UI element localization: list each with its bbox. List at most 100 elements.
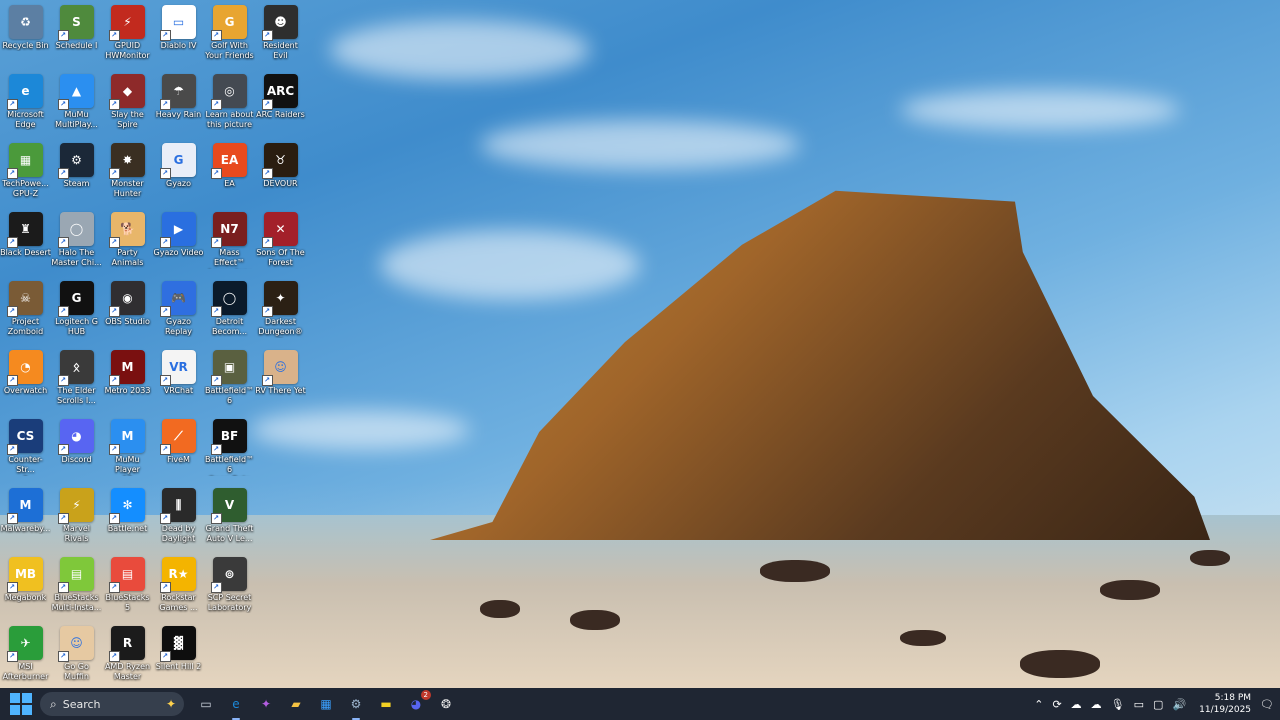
desktop-shortcut[interactable]: ◯ ↗ Halo The Master Chi...	[51, 209, 102, 278]
desktop-shortcut[interactable]: VR ↗ VRChat	[153, 347, 204, 416]
desktop-shortcut[interactable]: ◯ ↗ Detroit Becom...	[204, 278, 255, 347]
desktop-shortcut[interactable]: 🎮 ↗ Gyazo Replay	[153, 278, 204, 347]
desktop-shortcut[interactable]: ◉ ↗ OBS Studio	[102, 278, 153, 347]
notification-icon[interactable]: 🗨	[1260, 698, 1274, 711]
desktop-shortcut[interactable]: ▭ ↗ Diablo IV	[153, 2, 204, 71]
desktop-shortcut[interactable]: ☠ ↗ Project Zomboid	[0, 278, 51, 347]
start-button[interactable]	[10, 693, 32, 715]
desktop-shortcut-label: Logitech G HUB	[55, 317, 98, 336]
detroit-icon: ◯ ↗	[210, 281, 247, 317]
microphone-icon[interactable]: 🎙	[1111, 698, 1125, 711]
desktop-shortcut[interactable]: ☺ ↗ RV There Yet	[255, 347, 306, 416]
desktop-shortcut[interactable]: ▣ ↗ Battlefield™ 6	[204, 347, 255, 416]
sync-icon[interactable]: ⟳	[1052, 698, 1061, 711]
desktop-shortcut[interactable]: ☂ ↗ Heavy Rain	[153, 71, 204, 140]
desktop-shortcut[interactable]: ▶ ↗ Gyazo Video	[153, 209, 204, 278]
desktop-shortcut[interactable]: ♻ Recycle Bin	[0, 2, 51, 71]
desktop-shortcut[interactable]: S ↗ Schedule I	[51, 2, 102, 71]
desktop-shortcut[interactable]: ▓ ↗ Silent Hill 2	[153, 623, 204, 692]
shortcut-arrow-icon: ↗	[210, 444, 222, 455]
display-icon[interactable]: ▢	[1153, 698, 1163, 711]
desktop-shortcut[interactable]: M ↗ Metro 2033	[102, 347, 153, 416]
desktop-shortcut[interactable]: MB ↗ Megabonk	[0, 554, 51, 623]
desktop-shortcut[interactable]: ✈ ↗ MSI Afterburner	[0, 623, 51, 692]
taskbar-file-explorer-icon[interactable]: ▰	[284, 692, 308, 716]
battlefield-beta-icon: BF ↗	[210, 419, 247, 455]
desktop-shortcut[interactable]: ♉ ↗ DEVOUR	[255, 140, 306, 209]
shortcut-arrow-icon: ↗	[210, 513, 222, 524]
cloud	[380, 230, 640, 300]
desktop-shortcut[interactable]: CS↗Counter-Str... 2	[0, 416, 51, 485]
empty-slot	[255, 623, 306, 692]
desktop-shortcut[interactable]: ⚡ ↗ Marvel Rivals	[51, 485, 102, 554]
shortcut-arrow-icon: ↗	[159, 99, 171, 110]
desktop-shortcut-label: Recycle Bin	[2, 41, 49, 50]
desktop-shortcut-label: Go Go Muffin	[64, 662, 89, 681]
desktop-shortcut[interactable]: ✦↗Darkest Dungeon® II	[255, 278, 306, 347]
desktop-shortcut[interactable]: ✻ ↗ Battle.net	[102, 485, 153, 554]
desktop-shortcut[interactable]: e ↗ Microsoft Edge	[0, 71, 51, 140]
desktop-shortcut-label: TechPowe... GPU-Z	[2, 179, 49, 198]
desktop-shortcut[interactable]: ♜ ↗ Black Desert	[0, 209, 51, 278]
desktop-shortcut[interactable]: M ↗ Malwareby...	[0, 485, 51, 554]
onedrive-icon[interactable]: ☁	[1071, 698, 1082, 711]
bluestacks-icon: ▤ ↗	[108, 557, 145, 593]
desktop-shortcut[interactable]: ⚙ ↗ Steam	[51, 140, 102, 209]
taskbar-steam-icon[interactable]: ⚙	[344, 692, 368, 720]
desktop-shortcut[interactable]: EA ↗ EA	[204, 140, 255, 209]
desktop-shortcut[interactable]: 🐕 ↗ Party Animals	[102, 209, 153, 278]
beach-stone	[760, 560, 830, 582]
desktop-shortcut[interactable]: ◆ ↗ Slay the Spire	[102, 71, 153, 140]
desktop-shortcut[interactable]: ▤ ↗ BlueStacks 5	[102, 554, 153, 623]
desktop-shortcut-label: AMD Ryzen Master	[104, 662, 151, 681]
desktop-shortcut[interactable]: N7↗Mass Effect™ Legendary ...	[204, 209, 255, 278]
desktop-shortcut[interactable]: ⟋ ↗ FiveM	[153, 416, 204, 485]
desktop-shortcut[interactable]: ⚡ ↗ GPUID HWMonitor	[102, 2, 153, 71]
malwarebytes-icon: M ↗	[6, 488, 43, 524]
file-explorer-glyph: ▰	[291, 697, 301, 711]
desktop-shortcut[interactable]: M↗MuMu Player 12	[102, 416, 153, 485]
desktop-shortcut[interactable]: ☻ ↗ Resident Evil	[255, 2, 306, 71]
desktop-shortcut[interactable]: R ↗ AMD Ryzen Master	[102, 623, 153, 692]
desktop-shortcut[interactable]: ✕ ↗ Sons Of The Forest	[255, 209, 306, 278]
desktop-shortcut[interactable]: G ↗ Gyazo	[153, 140, 204, 209]
desktop-shortcut[interactable]: V ↗ Grand Theft Auto V Le...	[204, 485, 255, 554]
desktop-shortcut[interactable]: R★ ↗ Rockstar Games ...	[153, 554, 204, 623]
desktop-shortcut[interactable]: ▦ ↗ TechPowe... GPU-Z	[0, 140, 51, 209]
chevron-up-icon[interactable]: ⌃	[1034, 698, 1043, 711]
clock[interactable]: 5:18 PM 11/19/2025	[1199, 692, 1251, 716]
desktop-shortcut-label: Discord	[61, 455, 92, 464]
desktop-shortcut[interactable]: ⊚ ↗ SCP Secret Laboratory	[204, 554, 255, 623]
taskbar-chatgpt-icon[interactable]: ❂	[434, 692, 458, 716]
discord-glyph: ◕	[410, 697, 422, 711]
desktop-shortcut[interactable]: ◔ ↗ Overwatch	[0, 347, 51, 416]
taskbar-discord-icon[interactable]: ◕ 2	[404, 690, 431, 716]
taskbar-task-view-icon[interactable]: ▭	[194, 692, 218, 716]
taskbar-copilot-icon[interactable]: ✦	[254, 692, 278, 716]
network-icon[interactable]: ▭	[1134, 698, 1144, 711]
desktop-shortcut[interactable]: ARC ↗ ARC Raiders	[255, 71, 306, 140]
gyazo-video-icon: ▶ ↗	[159, 212, 196, 248]
desktop-shortcut[interactable]: G ↗ Logitech G HUB	[51, 278, 102, 347]
shortcut-arrow-icon: ↗	[159, 582, 171, 593]
taskbar-edge-icon[interactable]: e	[224, 692, 248, 720]
desktop-shortcut[interactable]: BF↗Battlefield™ 6 Open Beta	[204, 416, 255, 485]
desktop-shortcut-label: VRChat	[163, 386, 194, 395]
taskbar-search-box[interactable]: ⌕ Search ✦	[40, 692, 184, 716]
desktop-shortcut[interactable]: ☺ ↗ Go Go Muffin	[51, 623, 102, 692]
desktop-shortcut[interactable]: ▤ ↗ BlueStacks Multi-Insta...	[51, 554, 102, 623]
desktop-shortcut[interactable]: ✸↗Monster Hunter Wilds	[102, 140, 153, 209]
desktop-shortcut-label: Steam	[63, 179, 90, 188]
desktop-shortcut[interactable]: ᛟ ↗ The Elder Scrolls I...	[51, 347, 102, 416]
desktop-shortcut[interactable]: ◕ ↗ Discord	[51, 416, 102, 485]
desktop-shortcut[interactable]: ◎ ↗ Learn about this picture	[204, 71, 255, 140]
desktop-shortcut[interactable]: G ↗ Golf With Your Friends	[204, 2, 255, 71]
taskbar-microsoft-store-icon[interactable]: ▦	[314, 692, 338, 716]
taskbar-sticky-notes-icon[interactable]: ▬	[374, 692, 398, 716]
desktop-shortcut[interactable]: ▲ ↗ MuMu MultiPlay...	[51, 71, 102, 140]
desktop-shortcut[interactable]: ⫼ ↗ Dead by Daylight	[153, 485, 204, 554]
volume-icon[interactable]: 🔊	[1172, 698, 1186, 711]
cloud-icon[interactable]: ☁	[1091, 698, 1102, 711]
gta-v-icon: V ↗	[210, 488, 247, 524]
shortcut-arrow-icon: ↗	[108, 168, 120, 179]
